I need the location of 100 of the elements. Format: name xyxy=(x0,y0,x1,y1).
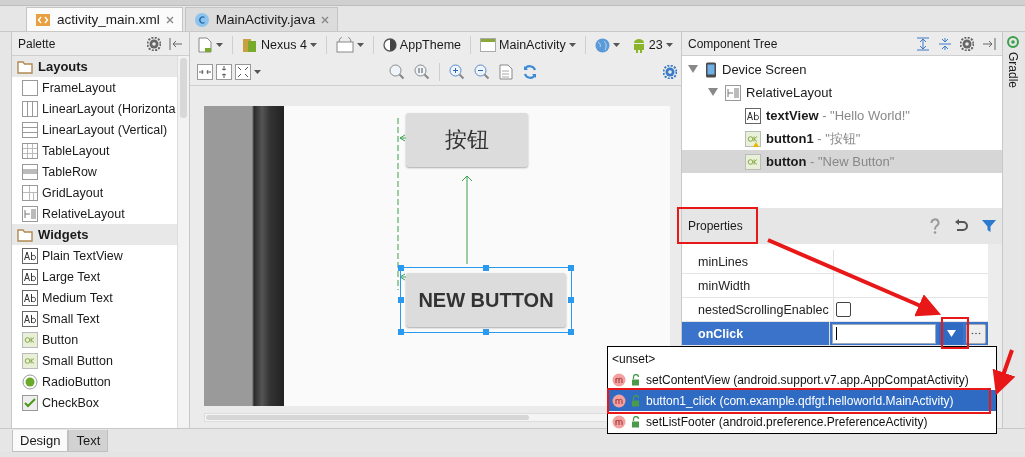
text-view-icon xyxy=(22,310,38,327)
ok-button-icon xyxy=(22,331,38,348)
text-view-icon xyxy=(22,289,38,306)
palette-item[interactable]: RadioButton xyxy=(12,371,177,392)
property-row[interactable]: minLines xyxy=(682,250,988,274)
collapse-arrow-icon[interactable] xyxy=(708,86,718,97)
tree-item[interactable]: textView - "Hello World!" xyxy=(682,104,1002,127)
folder-icon xyxy=(17,227,33,242)
method-icon xyxy=(612,414,626,429)
window-icon xyxy=(480,38,496,52)
property-name: minLines xyxy=(682,250,834,273)
document-icon[interactable] xyxy=(499,63,513,80)
rotate-screen-icon xyxy=(335,37,354,53)
zoom-actual-icon[interactable] xyxy=(414,63,430,80)
settings-icon[interactable] xyxy=(663,64,677,79)
property-row[interactable]: nestedScrollingEnablec xyxy=(682,298,988,322)
settings-icon[interactable] xyxy=(960,36,974,51)
checkbox[interactable] xyxy=(836,302,851,317)
editor-mode-tab[interactable]: Design xyxy=(12,430,69,452)
dropdown-button[interactable] xyxy=(939,322,963,345)
hide-panel-icon[interactable] xyxy=(982,37,996,50)
phone-button[interactable]: 按钮 xyxy=(406,113,528,167)
palette-item[interactable]: GridLayout xyxy=(12,182,177,203)
file-icon xyxy=(197,37,213,53)
help-icon[interactable] xyxy=(930,218,940,234)
palette-item[interactable]: FrameLayout xyxy=(12,77,177,98)
globe-icon xyxy=(594,37,610,53)
palette-item[interactable]: Medium Text xyxy=(12,287,177,308)
palette-group[interactable]: Layouts xyxy=(12,56,177,77)
tree-item[interactable]: button - "New Button" xyxy=(682,150,1002,173)
rows-icon xyxy=(22,121,38,138)
collapse-all-icon[interactable] xyxy=(938,36,952,51)
phone-button[interactable]: NEW BUTTON xyxy=(406,273,566,327)
xml-file-icon xyxy=(35,11,51,28)
text-view-icon xyxy=(22,247,38,264)
tree-item[interactable]: button1 - "按钮" xyxy=(682,127,1002,150)
caret-icon xyxy=(946,330,956,337)
grid-icon xyxy=(22,184,38,201)
shrink-width-icon[interactable] xyxy=(197,63,213,80)
palette-item[interactable]: Plain TextView xyxy=(12,245,177,266)
zoom-in-icon[interactable] xyxy=(449,63,465,80)
columns-icon xyxy=(22,100,38,117)
scrollbar-thumb[interactable] xyxy=(206,415,529,420)
caret-icon xyxy=(665,43,673,47)
fit-screen-icon[interactable] xyxy=(235,63,251,80)
zoom-out-icon[interactable] xyxy=(474,63,490,80)
relative-layout-icon xyxy=(22,205,38,222)
tool-window-tab[interactable]: Gradle xyxy=(1006,52,1020,89)
hide-panel-icon[interactable] xyxy=(169,37,183,50)
caret-icon xyxy=(568,43,576,47)
palette-item[interactable]: Small Button xyxy=(12,350,177,371)
method-icon xyxy=(612,372,626,387)
tree-item-label: Device Screen xyxy=(722,62,807,77)
property-name: onClick xyxy=(682,322,830,345)
editor-tab[interactable]: activity_main.xml xyxy=(26,7,183,31)
palette-item[interactable]: TableRow xyxy=(12,161,177,182)
palette-group[interactable]: Widgets xyxy=(12,224,177,245)
undo-icon[interactable] xyxy=(954,219,968,233)
palette-item[interactable]: CheckBox xyxy=(12,392,177,413)
caret-icon xyxy=(309,43,317,47)
palette-item[interactable]: LinearLayout (Vertical) xyxy=(12,119,177,140)
selection-frame[interactable] xyxy=(400,267,572,333)
editor-tab[interactable]: MainActivity.java xyxy=(184,7,339,31)
tree-item-label: textView - "Hello World!" xyxy=(766,108,910,123)
close-icon[interactable] xyxy=(321,15,330,24)
tree-item[interactable]: RelativeLayout xyxy=(682,81,1002,104)
settings-icon[interactable] xyxy=(147,36,161,51)
panel-title: Component Tree xyxy=(688,36,778,51)
palette-item[interactable]: RelativeLayout xyxy=(12,203,177,224)
tree-item[interactable]: Device Screen xyxy=(682,58,1002,81)
palette-item[interactable]: LinearLayout (Horizonta xyxy=(12,98,177,119)
palette-item[interactable]: Large Text xyxy=(12,266,177,287)
property-row[interactable]: onClick xyxy=(682,322,988,346)
input-field[interactable] xyxy=(832,323,936,344)
panel-title: Properties xyxy=(688,219,743,233)
method-icon xyxy=(612,393,626,408)
editor-mode-tab[interactable]: Text xyxy=(68,430,109,452)
open-lock-icon xyxy=(631,394,641,407)
theme-dropdown[interactable]: AppTheme xyxy=(379,38,464,52)
activity-dropdown[interactable]: MainActivity xyxy=(477,38,579,52)
close-icon[interactable] xyxy=(165,15,174,24)
property-row[interactable]: minWidth xyxy=(682,274,988,298)
expand-all-icon[interactable] xyxy=(916,36,930,51)
menu-item[interactable]: button1_click (com.example.qdfgt.helloworld.MainActivity) xyxy=(608,390,996,411)
palette-item[interactable]: Small Text xyxy=(12,308,177,329)
filter-icon[interactable] xyxy=(982,219,996,233)
refresh-icon[interactable] xyxy=(522,63,538,80)
radio-button-icon xyxy=(22,373,38,390)
api-level-dropdown[interactable]: 23 xyxy=(628,37,676,53)
zoom-fit-icon[interactable] xyxy=(389,63,405,80)
frame-layout-icon xyxy=(22,79,38,96)
shrink-height-icon[interactable] xyxy=(216,63,232,80)
table-icon xyxy=(22,142,38,159)
more-button[interactable] xyxy=(966,323,986,344)
palette-item[interactable]: TableLayout xyxy=(12,140,177,161)
folder-icon xyxy=(17,59,33,74)
collapse-arrow-icon[interactable] xyxy=(688,63,698,74)
palette-item[interactable]: Button xyxy=(12,329,177,350)
device-dropdown[interactable]: Nexus 4 xyxy=(239,37,320,53)
scrollbar-thumb[interactable] xyxy=(180,58,187,118)
